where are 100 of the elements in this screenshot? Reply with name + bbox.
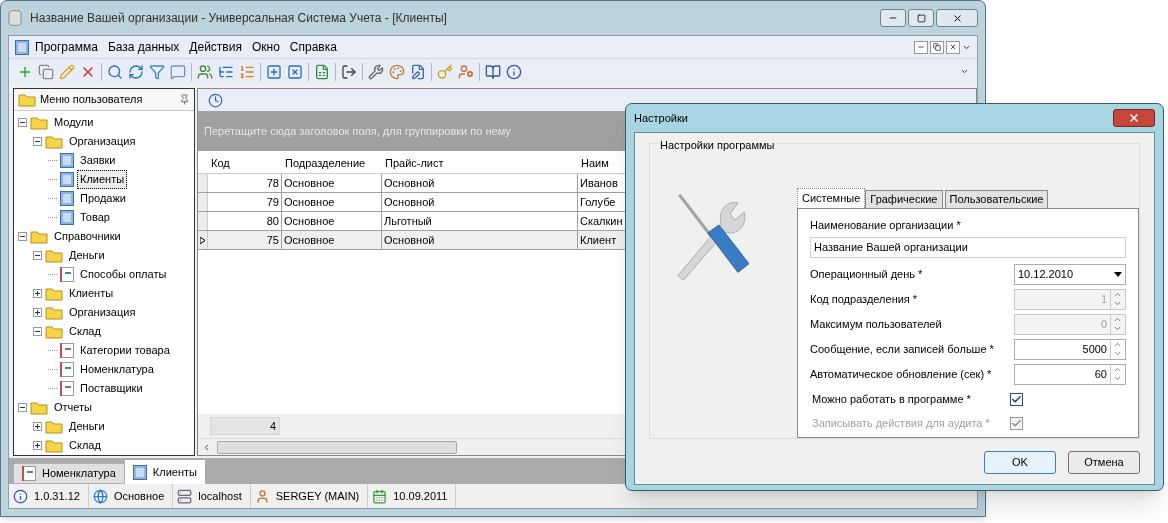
tree-item[interactable]: Товар (77, 208, 113, 227)
close-button[interactable] (936, 9, 978, 27)
dialog-tab[interactable]: Графические (865, 190, 943, 208)
tree-item[interactable]: Отчеты (51, 398, 96, 417)
key-icon[interactable] (437, 63, 453, 80)
menu-item[interactable]: База данных (103, 38, 184, 56)
menu-item[interactable]: Программа (31, 38, 102, 56)
form-icon (60, 172, 74, 187)
ok-button[interactable]: OK (984, 451, 1056, 474)
refresh-icon[interactable] (128, 63, 144, 80)
minimize-button[interactable] (880, 9, 906, 27)
expand-toggle[interactable] (33, 422, 42, 431)
tree-item[interactable]: Модули (51, 113, 97, 132)
table-cell: Основной (382, 231, 578, 249)
plus-icon (34, 290, 41, 297)
info-icon[interactable] (506, 63, 522, 80)
spin-field[interactable]: 60 (1014, 364, 1126, 385)
exit-icon[interactable] (341, 63, 357, 80)
comment-icon[interactable] (170, 63, 186, 80)
column-header[interactable]: Подразделение (282, 155, 382, 173)
collapse-toggle[interactable] (33, 327, 42, 336)
list-icon (60, 381, 74, 396)
clock-icon[interactable] (208, 92, 223, 108)
tree-item[interactable]: Способы оплаты (77, 265, 170, 284)
restore-button[interactable] (930, 40, 944, 54)
expand-toggle[interactable] (33, 308, 42, 317)
group-hint: Перетащите сюда заголовок поля, для группировки по нему (204, 123, 511, 139)
maximize-icon (916, 13, 926, 23)
document-tab[interactable]: Клиенты (124, 460, 205, 484)
tree-item[interactable]: Деньги (66, 417, 108, 436)
text-field[interactable]: Название Вашей организации (810, 237, 1126, 258)
row-indicator[interactable] (198, 231, 208, 249)
tree-item[interactable]: Поставщики (77, 379, 146, 398)
spreadsheet-icon[interactable] (314, 63, 330, 80)
user-icon (254, 488, 270, 504)
tree-item[interactable]: Организация (66, 303, 139, 322)
dialog-tab[interactable]: Пользовательские (944, 190, 1049, 208)
date-field[interactable]: 10.12.2010 (1014, 264, 1126, 285)
check-mark-icon (1011, 393, 1022, 405)
document-tab[interactable]: Номенклатура (13, 463, 125, 484)
folder-icon (45, 324, 63, 339)
sort-list-icon[interactable] (239, 63, 255, 80)
checkbox[interactable] (1010, 392, 1023, 406)
tree-item[interactable]: Продажи (77, 189, 129, 208)
tree-item[interactable]: Организация (66, 132, 139, 151)
minimize-button[interactable] (914, 40, 928, 54)
scroll-left-icon[interactable] (202, 442, 211, 452)
folder-icon (30, 115, 48, 130)
spin-field[interactable]: 5000 (1014, 339, 1126, 360)
current-row-icon (200, 236, 205, 244)
column-header[interactable]: Прайс-лист (382, 155, 578, 173)
search-icon[interactable] (107, 63, 123, 80)
collapse-toggle[interactable] (18, 403, 27, 412)
collapse-toggle[interactable] (18, 118, 27, 127)
expand-toggle[interactable] (33, 441, 42, 450)
folder-icon (45, 438, 63, 453)
form-icon (60, 191, 74, 206)
pin-icon[interactable] (179, 94, 190, 105)
new-window-icon[interactable] (266, 63, 282, 80)
field-label: Операционный день * (810, 267, 923, 283)
status-text: 10.09.2011 (393, 488, 449, 504)
book-icon[interactable] (485, 63, 501, 80)
copy-icon[interactable] (38, 63, 54, 80)
collapse-toggle[interactable] (18, 232, 27, 241)
close-window-icon[interactable] (287, 63, 303, 80)
maximize-button[interactable] (908, 9, 934, 27)
tree-item[interactable]: Клиенты (66, 284, 117, 303)
close-button[interactable] (946, 40, 960, 54)
tree-item[interactable]: Номенклатура (77, 360, 157, 379)
dropdown-arrow-icon[interactable] (1114, 272, 1122, 277)
tree-item[interactable]: Заявки (77, 151, 119, 170)
folder-icon (30, 229, 48, 244)
scroll-thumb[interactable] (217, 440, 457, 454)
user-settings-icon[interactable] (458, 63, 474, 80)
tree-item[interactable]: Деньги (66, 246, 108, 265)
palette-icon[interactable] (389, 63, 405, 80)
column-header[interactable]: Наим (578, 155, 628, 173)
edit-form-icon[interactable] (410, 63, 426, 80)
menu-item[interactable]: Действия (185, 38, 246, 56)
tree-item[interactable]: Категории товара (77, 341, 173, 360)
tree-item[interactable]: Справочники (51, 227, 124, 246)
status-text: localhost (198, 488, 243, 504)
expand-toggle[interactable] (33, 289, 42, 298)
filter-icon[interactable] (149, 63, 165, 80)
collapse-toggle[interactable] (33, 137, 42, 146)
column-header[interactable]: Код (208, 155, 282, 173)
users-icon[interactable] (197, 63, 213, 80)
dialog-tab[interactable]: Системные (797, 188, 866, 208)
tree-item[interactable]: Склад (66, 322, 104, 341)
field-label: Код подразделения * (810, 292, 918, 308)
menu-item[interactable]: Справка (285, 38, 341, 56)
close-button[interactable] (1113, 109, 1155, 127)
menu-item[interactable]: Окно (247, 38, 284, 56)
collapse-toggle[interactable] (33, 251, 42, 260)
field-label: Максимум пользователей (810, 317, 942, 333)
tools-icon[interactable] (368, 63, 384, 80)
tree-item[interactable]: Клиенты (77, 170, 128, 189)
tree-item[interactable]: Склад (66, 436, 104, 455)
cancel-button[interactable]: Отмена (1068, 451, 1140, 474)
pencil-icon[interactable] (59, 63, 75, 80)
